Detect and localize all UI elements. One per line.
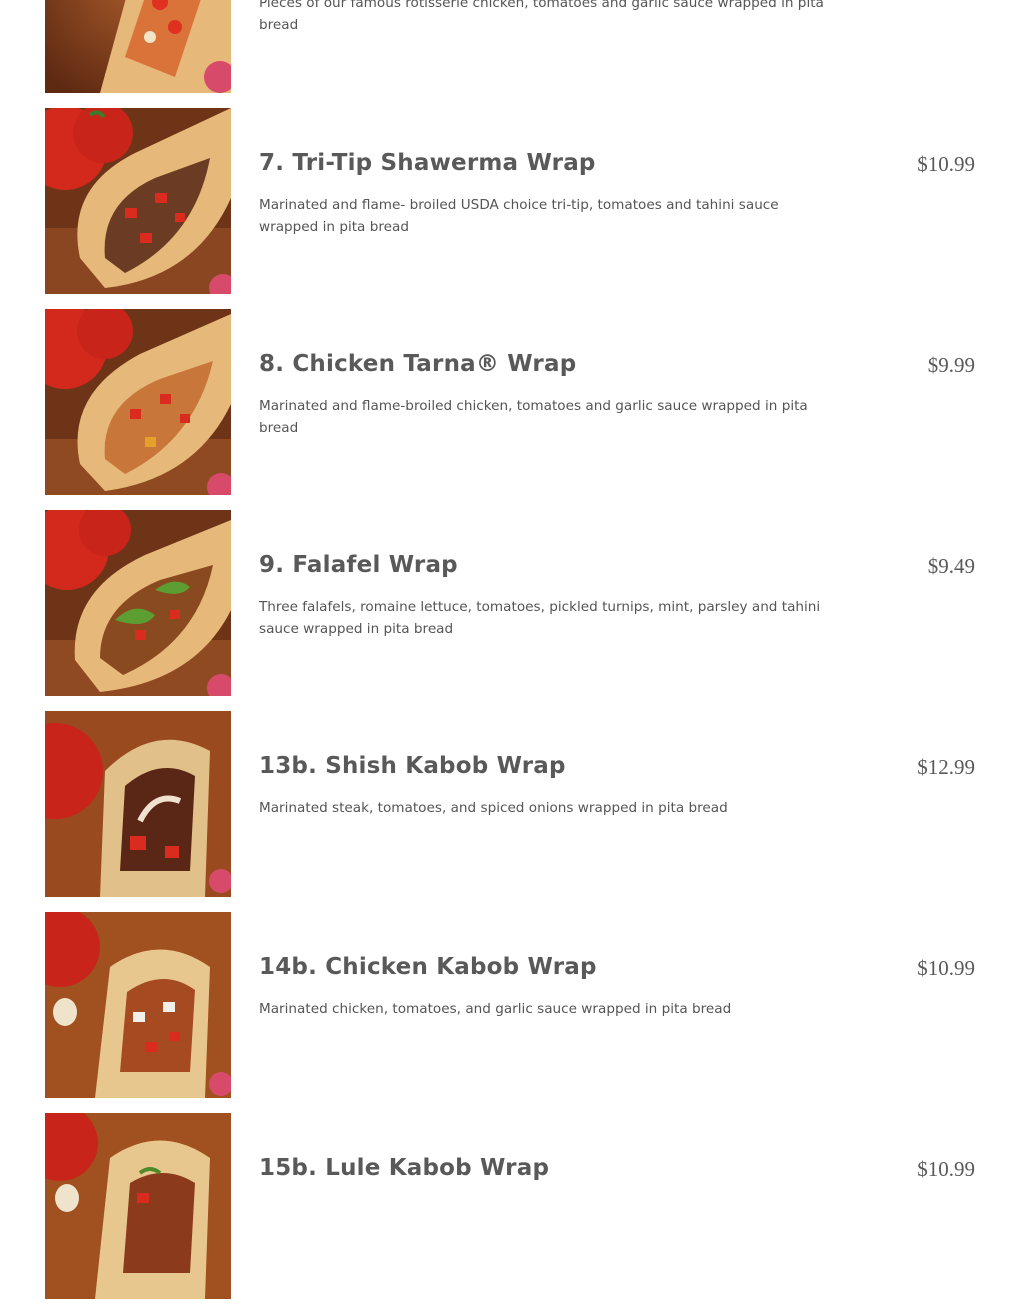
- item-name[interactable]: 8. Chicken Tarna® Wrap: [259, 351, 576, 377]
- menu-item[interactable]: 15b. Lule Kabob Wrap $10.99: [0, 1113, 1010, 1314]
- item-name[interactable]: 9. Falafel Wrap: [259, 552, 458, 578]
- item-name[interactable]: 13b. Shish Kabob Wrap: [259, 753, 566, 779]
- menu-item[interactable]: Pieces of our famous rotisserie chicken,…: [0, 0, 1010, 108]
- item-price: $10.99: [917, 956, 975, 980]
- menu-item[interactable]: 14b. Chicken Kabob Wrap $10.99 Marinated…: [0, 912, 1010, 1113]
- menu-item[interactable]: 7. Tri-Tip Shawerma Wrap $10.99 Marinate…: [0, 108, 1010, 309]
- item-description: Marinated steak, tomatoes, and spiced on…: [259, 800, 728, 816]
- item-price: $12.99: [917, 755, 975, 779]
- item-description: Marinated chicken, tomatoes, and garlic …: [259, 1001, 732, 1017]
- item-description: Marinated and flame- broiled USDA choice…: [259, 197, 779, 235]
- menu-item[interactable]: 8. Chicken Tarna® Wrap $9.99 Marinated a…: [0, 309, 1010, 510]
- chicken-kabob-wrap-photo[interactable]: [45, 912, 231, 1098]
- item-price: $9.49: [927, 554, 975, 578]
- item-name[interactable]: 14b. Chicken Kabob Wrap: [259, 954, 597, 980]
- item-name[interactable]: 7. Tri-Tip Shawerma Wrap: [259, 150, 596, 176]
- menu-item[interactable]: 9. Falafel Wrap $9.49 Three falafels, ro…: [0, 510, 1010, 711]
- item-price: $10.99: [917, 152, 975, 176]
- lule-kabob-wrap-photo[interactable]: [45, 1113, 231, 1299]
- shish-kabob-wrap-photo[interactable]: [45, 711, 231, 897]
- item-name[interactable]: 15b. Lule Kabob Wrap: [259, 1155, 549, 1181]
- falafel-wrap-photo[interactable]: [45, 510, 231, 696]
- item-description: Pieces of our famous rotisserie chicken,…: [259, 0, 824, 33]
- item-price: $10.99: [917, 1157, 975, 1181]
- item-description: Three falafels, romaine lettuce, tomatoe…: [259, 599, 821, 637]
- item-price: $9.99: [927, 353, 975, 377]
- menu-item[interactable]: 13b. Shish Kabob Wrap $12.99 Marinated s…: [0, 711, 1010, 912]
- item-description: Marinated and flame-broiled chicken, tom…: [259, 398, 808, 436]
- chicken-tarna-wrap-photo[interactable]: [45, 309, 231, 495]
- chicken-wrap-photo[interactable]: [45, 0, 231, 93]
- tri-tip-wrap-photo[interactable]: [45, 108, 231, 294]
- menu-list: Pieces of our famous rotisserie chicken,…: [0, 0, 1010, 1314]
